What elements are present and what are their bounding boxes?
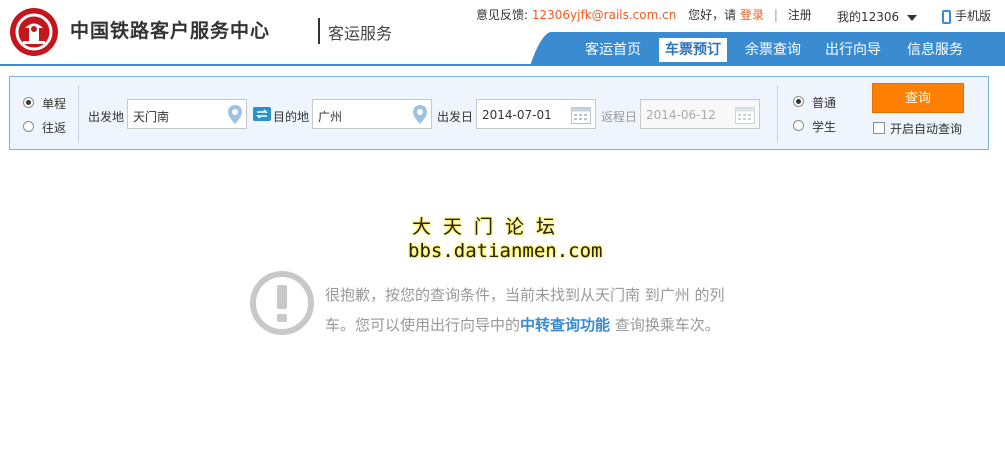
watermark-forum-url: bbs.datianmen.com — [408, 240, 603, 262]
ticket-search-panel: 单程 往返 出发地 天门南 目的地 广州 出发日 2014-07-01 返程日 — [9, 76, 989, 150]
nav-travel-guide[interactable]: 出行向导 — [819, 38, 887, 62]
one-way-label: 单程 — [42, 97, 67, 111]
register-link[interactable]: 注册 — [788, 6, 812, 23]
watermark-forum-name: 大天门论坛 — [412, 216, 568, 238]
railway-logo-icon[interactable] — [10, 8, 58, 56]
return-date-value: 2014-06-12 — [646, 108, 716, 122]
return-date-label: 返程日 — [601, 110, 638, 124]
return-date-input[interactable]: 2014-06-12 — [640, 99, 760, 129]
warning-icon — [250, 271, 314, 335]
depart-date-input[interactable]: 2014-07-01 — [476, 99, 596, 129]
normal-passenger-label: 普通 — [812, 96, 837, 110]
site-header: 中国铁路客户服务中心 客运服务 意见反馈: 12306yjfk@rails.co… — [0, 0, 1005, 66]
from-station-input[interactable]: 天门南 — [127, 99, 247, 129]
feedback-label: 意见反馈: — [476, 8, 529, 22]
radio-unchecked-icon — [793, 120, 804, 131]
radio-checked-icon — [793, 96, 804, 107]
round-trip-label: 往返 — [42, 121, 67, 135]
link-separator: | — [773, 7, 778, 22]
title-divider — [318, 18, 320, 44]
student-passenger-label: 学生 — [812, 120, 837, 134]
location-pin-icon — [228, 105, 242, 124]
mobile-version-link[interactable]: 手机版 — [942, 7, 991, 24]
query-button[interactable]: 查询 — [872, 83, 964, 113]
panel-divider — [777, 85, 778, 143]
radio-checked-icon — [23, 97, 34, 108]
depart-date-label: 出发日 — [437, 110, 474, 124]
nav-ticket-booking[interactable]: 车票预订 — [659, 38, 727, 62]
nav-info-service[interactable]: 信息服务 — [901, 38, 969, 62]
feedback-email-link[interactable]: 12306yjfk@rails.com.cn — [532, 8, 676, 22]
greeting-text: 您好，请 — [688, 8, 737, 22]
login-link[interactable]: 登录 — [740, 6, 764, 23]
calendar-icon[interactable] — [571, 105, 591, 124]
my12306-label: 我的12306 — [837, 10, 900, 24]
site-subtitle: 客运服务 — [328, 24, 393, 43]
nav-home[interactable]: 客运首页 — [579, 38, 647, 62]
to-station-input[interactable]: 广州 — [312, 99, 432, 129]
auto-query-label: 开启自动查询 — [890, 122, 963, 136]
radio-unchecked-icon — [23, 121, 34, 132]
from-station-value: 天门南 — [133, 110, 170, 124]
site-title[interactable]: 中国铁路客户服务中心 — [70, 16, 270, 43]
depart-date-value: 2014-07-01 — [482, 108, 552, 122]
swap-stations-icon[interactable] — [253, 107, 271, 121]
my12306-menu[interactable]: 我的12306 — [837, 8, 918, 25]
chevron-down-icon — [907, 14, 918, 21]
from-label: 出发地 — [88, 110, 125, 124]
location-pin-icon — [413, 105, 427, 124]
nav-remaining-tickets[interactable]: 余票查询 — [739, 38, 807, 62]
no-result-message: 很抱歉，按您的查询条件，当前未找到从天门南 到广州 的列车。您可以使用出行向导中… — [325, 280, 745, 340]
main-nav: 客运首页 车票预订 余票查询 出行向导 信息服务 — [530, 32, 1005, 66]
to-station-value: 广州 — [318, 110, 343, 124]
phone-icon — [942, 9, 951, 24]
top-links: 意见反馈: 12306yjfk@rails.com.cn 您好，请 登录 | 注… — [476, 6, 812, 23]
to-label: 目的地 — [273, 110, 310, 124]
checkbox-unchecked-icon — [873, 122, 885, 134]
no-result-text-end: 查询换乘车次。 — [610, 316, 720, 334]
transfer-query-link[interactable]: 中转查询功能 — [520, 316, 610, 334]
calendar-icon[interactable] — [735, 105, 755, 124]
header-underline — [0, 64, 1005, 66]
panel-divider — [78, 85, 79, 143]
mobile-label: 手机版 — [955, 9, 992, 23]
